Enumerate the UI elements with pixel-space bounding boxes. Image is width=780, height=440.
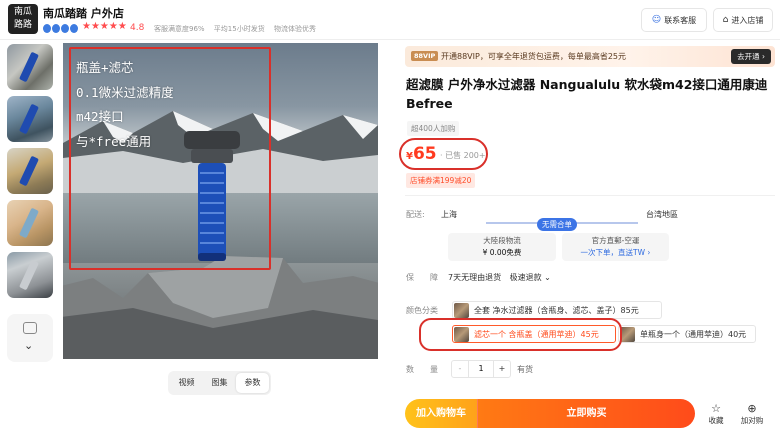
- product-title: 超滤膜 户外净水过滤器 Nangualulu 软水袋m42接口通用康迪Befre…: [406, 77, 768, 111]
- quantity-input[interactable]: 1: [469, 361, 493, 377]
- guarantee-list: 7天无理由退货 极速退款 ⌄: [448, 272, 557, 283]
- sku-thumbnail: [620, 326, 635, 342]
- sku-thumbnail: [454, 302, 469, 318]
- favorite-label: 收藏: [708, 416, 724, 425]
- contact-service-button[interactable]: ☺ 联系客服: [641, 8, 707, 32]
- price: ¥65: [406, 144, 437, 164]
- sku-text: 单瓶身一个（通用苹迪）40元: [640, 329, 747, 339]
- medal-icon: [61, 24, 69, 33]
- tab-video[interactable]: 视频: [170, 373, 203, 393]
- shop-rating: 4.8: [130, 23, 145, 33]
- vip-text: 开通88VIP，可享全年退货包运费，每单最高省25元: [441, 52, 627, 61]
- quantity-stepper: - 1 +: [451, 360, 511, 378]
- cart-count-tag: 超400人加购: [407, 121, 460, 136]
- gallery-icon: [23, 322, 37, 334]
- sku-text: 全套 净水过滤器（含瓶身、滤芯、盖子）85元: [474, 305, 639, 315]
- quantity-minus-button[interactable]: -: [452, 361, 469, 377]
- overlay-line-4: 与*free通用: [76, 133, 152, 149]
- image-overlay-text: 瓶盖+滤芯 0.1微米过滤精度 m42接口 与*free通用: [76, 56, 174, 154]
- stat-logistics: 物流体验优秀: [273, 25, 316, 33]
- favorite-button[interactable]: ☆ 收藏: [702, 402, 730, 426]
- medal-icon: [52, 24, 60, 33]
- guarantee-return: 7天无理由退货: [448, 273, 502, 282]
- star-rating-icon: ★★★★★: [82, 21, 127, 32]
- guarantee-refund[interactable]: 极速退款 ⌄: [510, 273, 551, 282]
- overlay-line-3: m42接口: [76, 109, 124, 124]
- shop-stats: 客服满意度96% 平均15小时发货 物流体验优秀: [154, 24, 323, 34]
- tab-params[interactable]: 参数: [236, 373, 269, 393]
- medal-icon: [43, 24, 51, 33]
- buy-now-button[interactable]: 立即购买: [477, 399, 695, 428]
- add-to-cart-button[interactable]: 加入购物车: [405, 399, 477, 428]
- thumbnail-scroll[interactable]: ⌄: [7, 314, 53, 362]
- enter-shop-button[interactable]: ⌂ 进入店铺: [713, 8, 773, 32]
- shop-medals: [43, 24, 78, 33]
- sold-count: · 已售 200+: [440, 151, 486, 160]
- sku-highlight-box: [419, 318, 622, 351]
- coupon-badge[interactable]: 店铺券满199减20: [406, 173, 476, 188]
- product-page: 南瓜 路路 南瓜踏踏 户外店 ★★★★★ 4.8 客服满意度96% 平均15小时发…: [0, 0, 780, 440]
- thumbnail-2[interactable]: [7, 96, 53, 142]
- ship-badge: 无需合单: [537, 218, 577, 231]
- thumbnail-4[interactable]: [7, 200, 53, 246]
- compare-label: 加对购: [740, 416, 764, 425]
- stat-shipping: 平均15小时发货: [213, 25, 265, 33]
- medal-icon: [70, 24, 78, 33]
- option-name: 大陸段物流: [483, 236, 521, 245]
- shipping-label: 配送:: [406, 210, 425, 219]
- vip-badge: 88VIP: [411, 51, 439, 61]
- contact-label: 联系客服: [664, 15, 697, 25]
- enter-label: 进入店铺: [731, 15, 764, 25]
- shop-name[interactable]: 南瓜踏踏 户外店: [43, 5, 124, 21]
- ship-from: 上海: [441, 210, 457, 219]
- quantity-label: 数 量: [406, 365, 438, 374]
- sku-option-full-set[interactable]: 全套 净水过滤器（含瓶身、滤芯、盖子）85元: [452, 301, 662, 319]
- sku-option-bottle[interactable]: 单瓶身一个（通用苹迪）40元: [618, 325, 756, 343]
- tab-gallery[interactable]: 图集: [203, 373, 236, 393]
- shop-header: 南瓜 路路 南瓜踏踏 户外店 ★★★★★ 4.8 客服满意度96% 平均15小时发…: [0, 0, 780, 40]
- divider: [405, 195, 775, 196]
- shop-logo[interactable]: 南瓜 路路: [8, 4, 38, 34]
- compare-icon: ⊕: [747, 402, 757, 415]
- thumbnail-3[interactable]: [7, 148, 53, 194]
- price-value: 65: [412, 144, 437, 164]
- overlay-line-1: 瓶盖+滤芯: [76, 60, 134, 75]
- store-icon: ⌂: [722, 15, 729, 25]
- stock-status: 有货: [517, 365, 533, 374]
- sku-label: 颜色分类: [406, 306, 438, 315]
- option-name: 官方直郵-空運: [591, 236, 640, 245]
- thumbnail-5[interactable]: [7, 252, 53, 298]
- star-outline-icon: ☆: [711, 402, 721, 415]
- overlay-line-2: 0.1微米过滤精度: [76, 84, 174, 100]
- currency-symbol: ¥: [406, 151, 413, 162]
- option-price: ¥ 0.00免费: [482, 248, 522, 257]
- vip-banner: 88VIP 开通88VIP，可享全年退货包运费，每单最高省25元 去开通 ›: [405, 46, 775, 67]
- purchase-buttons: 加入购物车 立即购买: [405, 399, 695, 428]
- thumbnail-1[interactable]: [7, 44, 53, 90]
- guarantee-label: 保 障: [406, 273, 438, 282]
- headset-icon: ☺: [651, 15, 662, 25]
- stat-service: 客服满意度96%: [154, 25, 205, 33]
- vip-open-button[interactable]: 去开通 ›: [731, 49, 771, 64]
- quantity-plus-button[interactable]: +: [493, 361, 510, 377]
- chevron-down-icon[interactable]: ⌄: [24, 339, 33, 352]
- ship-to[interactable]: 台湾地區: [646, 209, 678, 220]
- shipping-option-domestic[interactable]: 大陸段物流 ¥ 0.00免费: [448, 233, 556, 261]
- compare-button[interactable]: ⊕ 加对购: [738, 402, 766, 426]
- option-detail-link[interactable]: 一次下单，直送TW ›: [581, 248, 651, 257]
- media-tabs: 视频 图集 参数: [168, 371, 271, 395]
- shipping-option-air[interactable]: 官方直郵-空運 一次下单，直送TW ›: [562, 233, 669, 261]
